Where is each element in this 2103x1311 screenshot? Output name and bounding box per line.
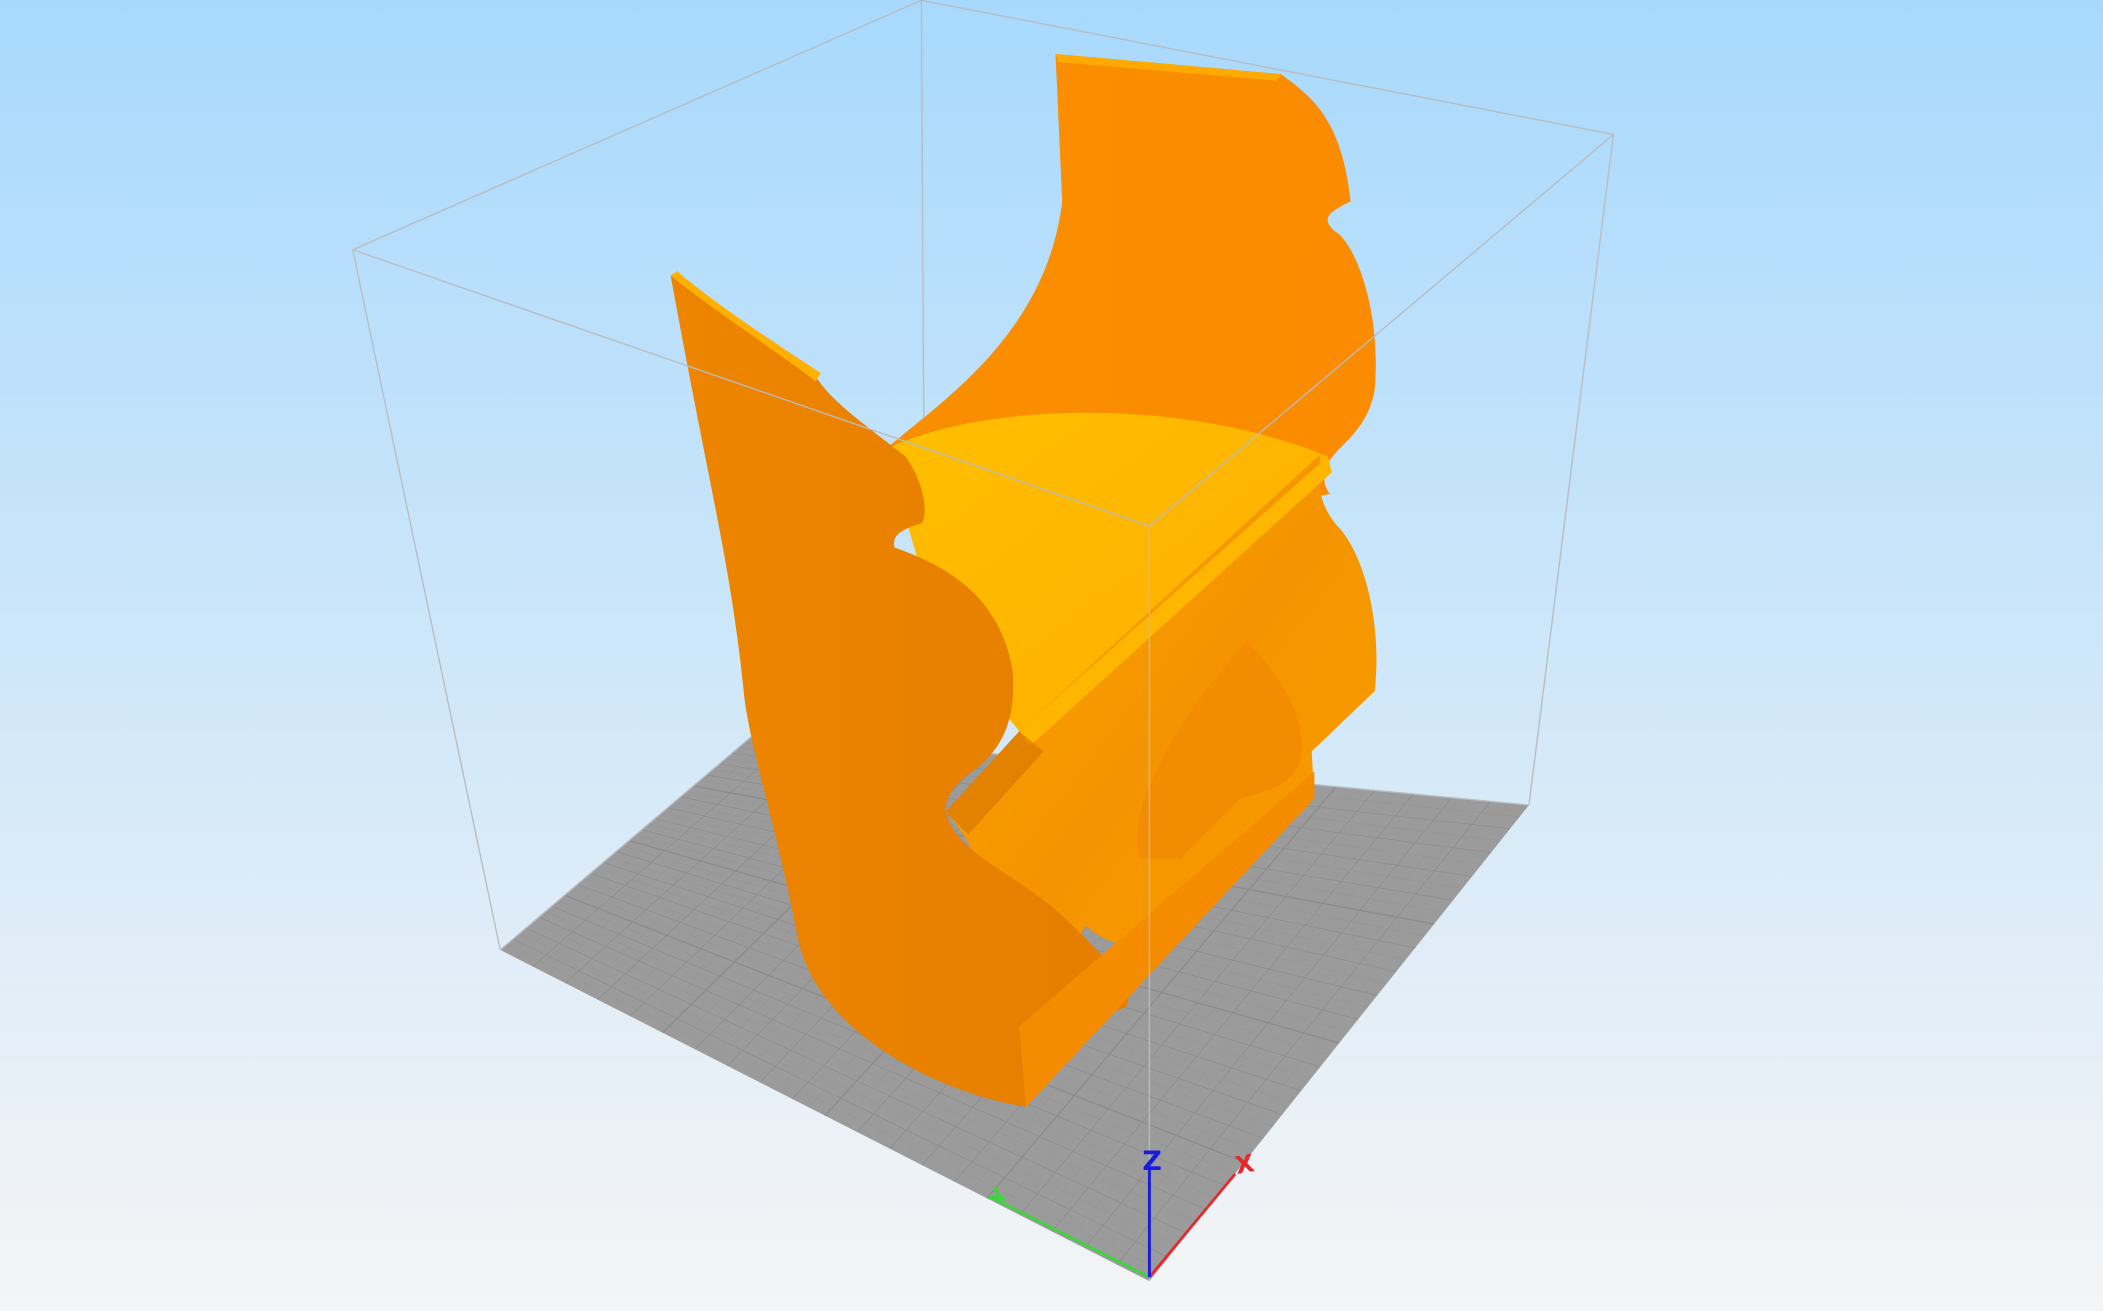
z-axis-label: Z — [1142, 1146, 1161, 1177]
frame-edge — [352, 249, 501, 951]
x-axis-label: X — [1233, 1149, 1257, 1180]
frame-edge — [352, 0, 922, 251]
frame-edge — [1528, 134, 1615, 806]
3d-viewport[interactable]: X Y Z — [0, 0, 2103, 1311]
scene-canvas[interactable]: X Y Z — [0, 0, 2103, 1311]
